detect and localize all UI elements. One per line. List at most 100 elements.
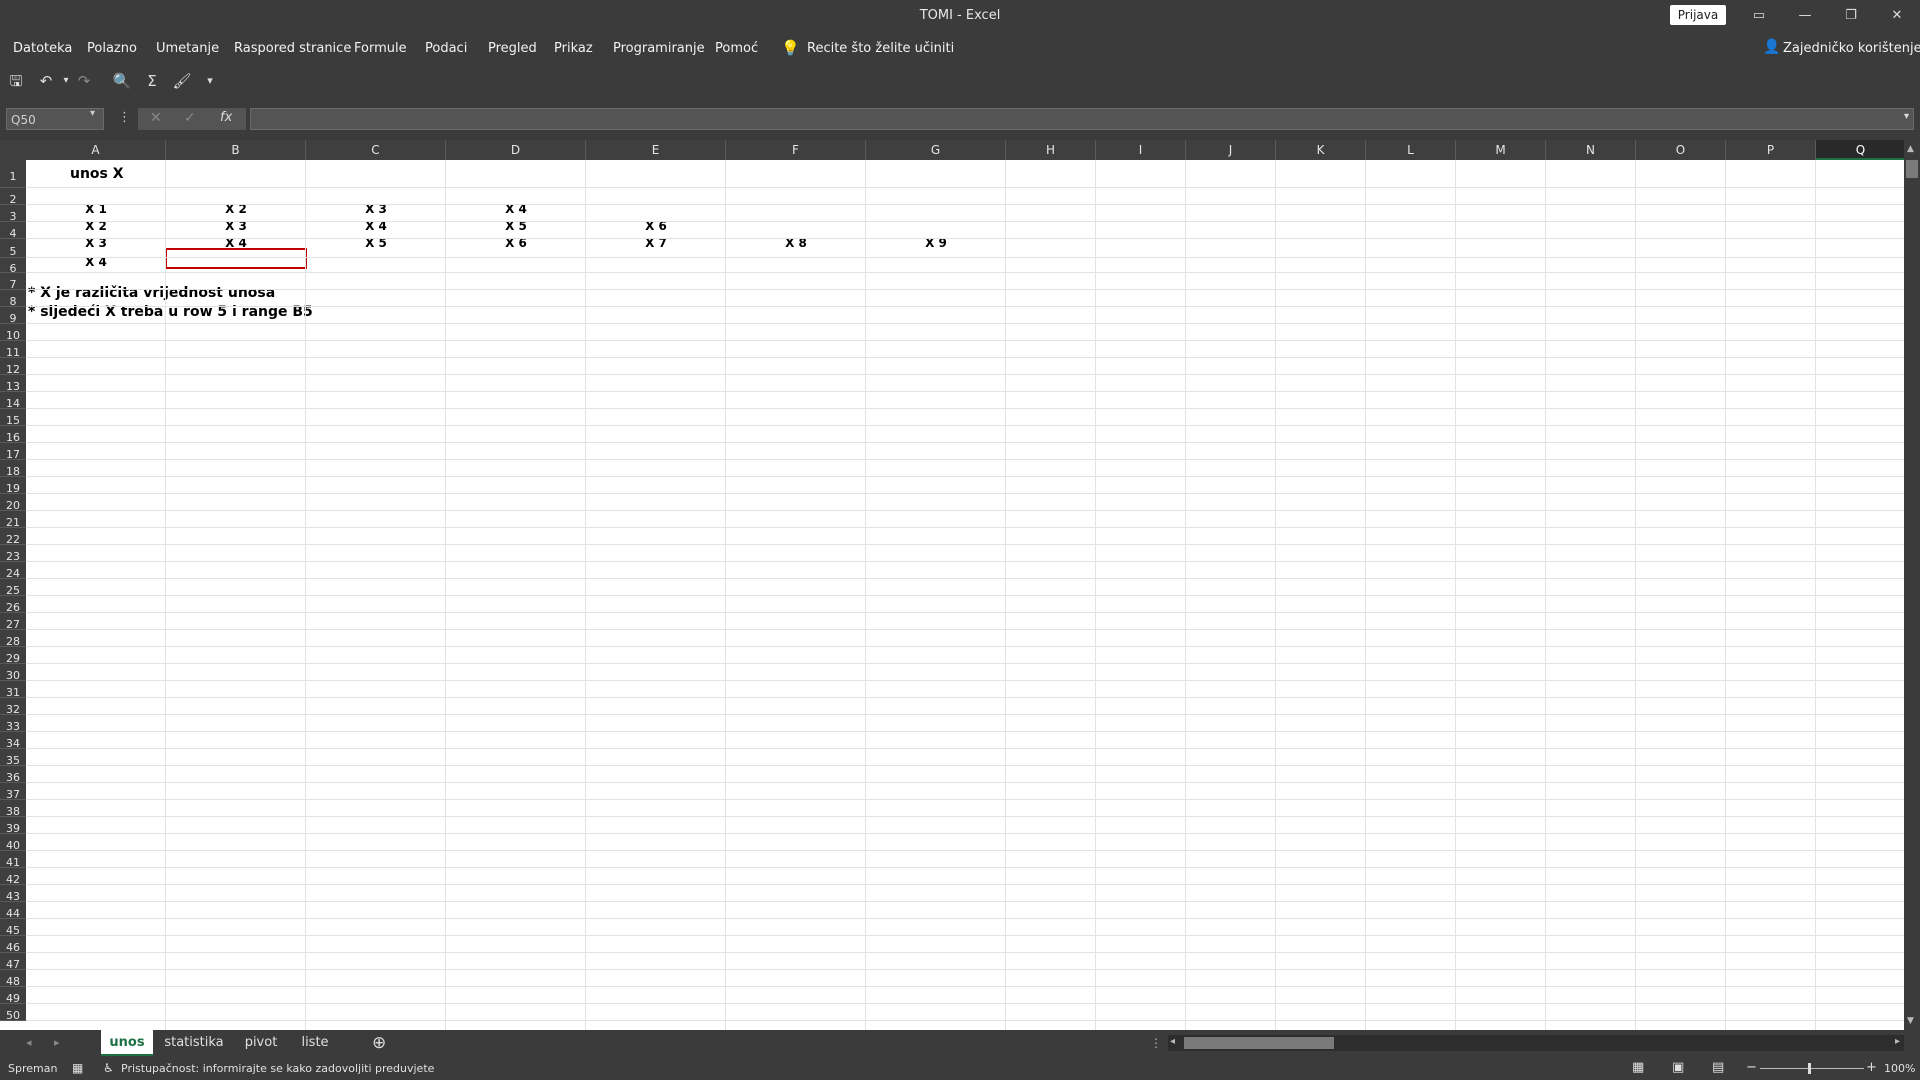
column-header-G[interactable]: G [866, 140, 1006, 160]
print-preview-icon[interactable]: 🔍 [112, 71, 132, 91]
row-header-39[interactable]: 39 [0, 817, 26, 835]
zoom-slider[interactable] [1760, 1063, 1864, 1074]
column-header-F[interactable]: F [726, 140, 866, 160]
row-header-29[interactable]: 29 [0, 647, 26, 665]
row-header-14[interactable]: 14 [0, 392, 26, 410]
formula-expand-icon[interactable]: ▾ [1904, 111, 1909, 122]
column-header-M[interactable]: M [1456, 140, 1546, 160]
scroll-left-icon[interactable]: ◂ [1170, 1036, 1175, 1047]
row-header-24[interactable]: 24 [0, 562, 26, 580]
page-break-preview-icon[interactable]: ▤ [1712, 1060, 1724, 1075]
column-header-E[interactable]: E [586, 140, 726, 160]
customize-toolbar-icon[interactable]: ▾ [200, 71, 220, 91]
row-header-47[interactable]: 47 [0, 953, 26, 971]
row-header-20[interactable]: 20 [0, 494, 26, 512]
sheet-tab-liste[interactable]: liste [292, 1030, 338, 1056]
row-header-9[interactable]: 9 [0, 307, 26, 325]
next-sheet-icon[interactable]: ▸ [54, 1036, 60, 1049]
row-header-36[interactable]: 36 [0, 766, 26, 784]
tab-raspored-stranice[interactable]: Raspored stranice [234, 41, 351, 56]
row-header-11[interactable]: 11 [0, 341, 26, 359]
cell-A1[interactable]: unos X [70, 166, 124, 182]
scroll-down-icon[interactable]: ▼ [1907, 1016, 1914, 1026]
row-header-26[interactable]: 26 [0, 596, 26, 614]
column-header-I[interactable]: I [1096, 140, 1186, 160]
close-icon[interactable]: ✕ [1874, 0, 1920, 31]
enter-icon[interactable]: ✓ [184, 110, 196, 126]
accessibility-icon[interactable]: ♿ [103, 1061, 114, 1075]
row-header-23[interactable]: 23 [0, 545, 26, 563]
row-header-21[interactable]: 21 [0, 511, 26, 529]
row-header-6[interactable]: 6 [0, 258, 26, 275]
ribbon-display-icon[interactable]: ▭ [1736, 0, 1782, 31]
row-header-2[interactable]: 2 [0, 188, 26, 206]
row-header-41[interactable]: 41 [0, 851, 26, 869]
row-header-3[interactable]: 3 [0, 205, 26, 223]
restore-icon[interactable]: ❐ [1828, 0, 1874, 31]
column-header-D[interactable]: D [446, 140, 586, 160]
tab-datoteka[interactable]: Datoteka [13, 41, 72, 56]
row-header-13[interactable]: 13 [0, 375, 26, 393]
sheet-tab-statistika[interactable]: statistika [158, 1030, 230, 1056]
row-header-37[interactable]: 37 [0, 783, 26, 801]
row-header-49[interactable]: 49 [0, 987, 26, 1005]
row-header-1[interactable]: 1 [0, 160, 26, 188]
tab-split-handle-icon[interactable]: ⋮ [1150, 1036, 1162, 1050]
tab-pregled[interactable]: Pregled [488, 41, 537, 56]
cell-grid[interactable]: unos X X 1 X 2 X 3 X 4 X 2 X 3 X 4 X 5 X… [26, 160, 1906, 1047]
namebox-dropdown-icon[interactable]: ▾ [90, 108, 95, 119]
row-header-45[interactable]: 45 [0, 919, 26, 937]
more-options-icon[interactable]: ⋮ [118, 110, 131, 125]
row-header-18[interactable]: 18 [0, 460, 26, 478]
scroll-right-icon[interactable]: ▸ [1895, 1036, 1900, 1047]
row-header-42[interactable]: 42 [0, 868, 26, 886]
row-header-16[interactable]: 16 [0, 426, 26, 444]
zoom-level[interactable]: 100% [1884, 1062, 1915, 1075]
row-header-44[interactable]: 44 [0, 902, 26, 920]
tell-me-search[interactable]: Recite što želite učiniti [807, 41, 954, 56]
macro-record-icon[interactable]: ▦ [72, 1061, 83, 1075]
row-header-28[interactable]: 28 [0, 630, 26, 648]
column-header-H[interactable]: H [1006, 140, 1096, 160]
minimize-icon[interactable]: — [1782, 0, 1828, 31]
redo-icon[interactable]: ↷ [74, 71, 94, 91]
row-header-30[interactable]: 30 [0, 664, 26, 682]
tab-pomoc[interactable]: Pomoć [715, 41, 758, 56]
row-header-12[interactable]: 12 [0, 358, 26, 376]
tab-polazno[interactable]: Polazno [87, 41, 137, 56]
autosum-icon[interactable]: Σ [142, 71, 162, 91]
row-header-48[interactable]: 48 [0, 970, 26, 988]
column-header-C[interactable]: C [306, 140, 446, 160]
row-header-22[interactable]: 22 [0, 528, 26, 546]
tab-umetanje[interactable]: Umetanje [156, 41, 219, 56]
row-header-33[interactable]: 33 [0, 715, 26, 733]
row-header-15[interactable]: 15 [0, 409, 26, 427]
row-header-32[interactable]: 32 [0, 698, 26, 716]
row-header-19[interactable]: 19 [0, 477, 26, 495]
share-button[interactable]: Zajedničko korištenje [1783, 41, 1920, 56]
zoom-in-icon[interactable]: + [1866, 1060, 1877, 1075]
row-header-50[interactable]: 50 [0, 1004, 26, 1022]
accessibility-status[interactable]: Pristupačnost: informirajte se kako zado… [121, 1062, 434, 1075]
tab-formule[interactable]: Formule [354, 41, 407, 56]
column-header-A[interactable]: A [26, 140, 166, 160]
row-header-5[interactable]: 5 [0, 239, 26, 258]
sign-in-button[interactable]: Prijava [1670, 5, 1726, 25]
vertical-scroll-thumb[interactable] [1906, 160, 1918, 178]
column-header-K[interactable]: K [1276, 140, 1366, 160]
column-header-B[interactable]: B [166, 140, 306, 160]
column-header-J[interactable]: J [1186, 140, 1276, 160]
row-header-8[interactable]: 8 [0, 290, 26, 308]
tab-podaci[interactable]: Podaci [425, 41, 467, 56]
column-header-O[interactable]: O [1636, 140, 1726, 160]
formula-input[interactable]: ▾ [250, 108, 1914, 130]
undo-icon[interactable]: ↶ [36, 71, 56, 91]
column-header-Q[interactable]: Q [1816, 140, 1906, 160]
row-header-27[interactable]: 27 [0, 613, 26, 631]
page-layout-icon[interactable]: ▣ [1672, 1060, 1684, 1075]
row-header-25[interactable]: 25 [0, 579, 26, 597]
row-header-40[interactable]: 40 [0, 834, 26, 852]
row-header-35[interactable]: 35 [0, 749, 26, 767]
select-all-corner[interactable] [0, 140, 26, 160]
row-header-43[interactable]: 43 [0, 885, 26, 903]
